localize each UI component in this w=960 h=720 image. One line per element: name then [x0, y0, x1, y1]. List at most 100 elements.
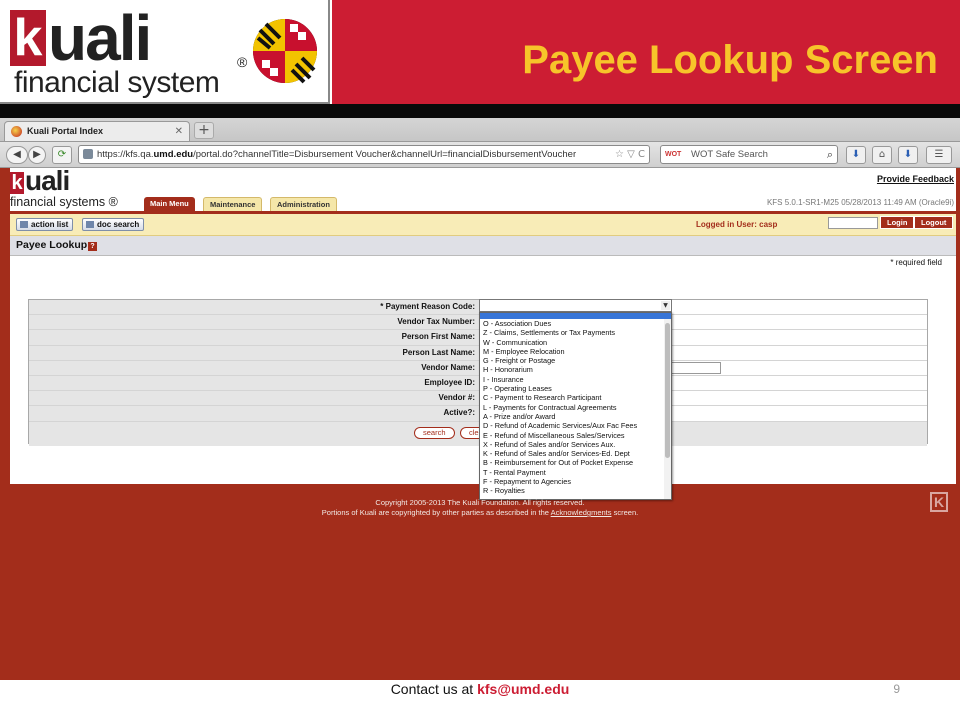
payment-reason-code-label: * Payment Reason Code:	[29, 300, 479, 315]
browser-tab-title: Kuali Portal Index	[27, 126, 104, 136]
form-button-row: search cle	[29, 421, 927, 446]
kfs-logo-wordmark: uali	[25, 165, 70, 196]
acknowledgments-link[interactable]: Acknowledgments	[551, 508, 612, 517]
url-prefix: https://kfs.qa.	[97, 149, 154, 160]
form-row: Vendor Name:	[29, 360, 927, 376]
form-row: Vendor #:	[29, 391, 927, 407]
dropdown-option[interactable]: M - Employee Relocation	[480, 347, 671, 356]
copyright-line-2-post: screen.	[613, 508, 639, 517]
menu-icon[interactable]: ☰	[926, 146, 952, 164]
dropdown-option[interactable]: G - Freight or Postage	[480, 356, 671, 365]
close-tab-icon[interactable]: ✕	[175, 122, 183, 141]
contact-prefix: Contact us at	[390, 681, 474, 697]
logo-registered-mark: ®	[237, 54, 248, 70]
download-icon[interactable]: ⬇	[846, 146, 866, 164]
page-number: 9	[893, 682, 900, 696]
browser-navbar: ◀ ▶ ⟳ https://kfs.qa.umd.edu/portal.do?c…	[0, 142, 960, 168]
contact-line: Contact us at kfs@umd.edu	[0, 680, 960, 698]
url-domain: umd.edu	[153, 149, 194, 160]
form-row: Vendor Tax Number:	[29, 315, 927, 331]
logout-button[interactable]: Logout	[914, 216, 954, 229]
vendor-tax-number-label: Vendor Tax Number:	[29, 315, 479, 330]
copyright-line-2-pre: Portions of Kuali are copyrighted by oth…	[321, 508, 549, 517]
browser-screenshot: Kuali Portal Index ✕ + ◀ ▶ ⟳ https://kfs…	[0, 104, 960, 680]
vendor-name-label: Vendor Name:	[29, 360, 479, 375]
dropdown-scrollbar[interactable]	[664, 319, 671, 499]
kfs-page: k uali financial systems ® Provide Feedb…	[10, 165, 956, 500]
form-row: Active?:	[29, 406, 927, 422]
login-button[interactable]: Login	[880, 216, 915, 229]
url-bar[interactable]: https://kfs.qa.umd.edu/portal.do?channel…	[78, 145, 650, 164]
dropdown-option[interactable]: W - Communication	[480, 338, 671, 347]
site-identity-icon	[83, 149, 93, 159]
dropdown-option[interactable]: D - Refund of Academic Services/Aux Fac …	[480, 421, 671, 430]
payment-reason-dropdown-list[interactable]: O - Association Dues Z - Claims, Settlem…	[479, 312, 672, 500]
dropdown-option[interactable]: O - Association Dues	[480, 319, 671, 328]
url-rest: /portal.do?channelTitle=Disbursement Vou…	[193, 149, 577, 160]
person-first-name-label: Person First Name:	[29, 330, 479, 345]
browser-tab[interactable]: Kuali Portal Index ✕	[4, 121, 190, 141]
dropdown-option[interactable]: F - Repayment to Agencies	[480, 477, 671, 486]
dropdown-option[interactable]: E - Refund of Miscellaneous Sales/Servic…	[480, 431, 671, 440]
doc-search-icon	[86, 221, 94, 228]
vendor-name-input[interactable]	[669, 361, 721, 374]
provide-feedback-link[interactable]: Provide Feedback	[877, 174, 954, 184]
home-reload-button[interactable]: ⟳	[52, 146, 72, 164]
maryland-flag-icon	[253, 19, 317, 84]
kfs-logo-subtitle: financial systems ®	[10, 195, 118, 209]
dropdown-option[interactable]: X - Refund of Sales and/or Services Aux.	[480, 440, 671, 449]
forward-button[interactable]: ▶	[28, 146, 46, 164]
dropdown-option[interactable]: L - Payments for Contractual Agreements	[480, 403, 671, 412]
page-title-bar: Payee Lookup ?	[10, 236, 956, 256]
person-last-name-label: Person Last Name:	[29, 345, 479, 360]
logo-wordmark: uali	[48, 2, 152, 74]
bookmark-star-icon[interactable]: ☆ ▽ C	[615, 146, 645, 163]
back-button[interactable]: ◀	[6, 146, 28, 164]
kfs-header: k uali financial systems ® Provide Feedb…	[10, 165, 956, 214]
window-top-edge	[0, 104, 960, 118]
tab-main-menu[interactable]: Main Menu	[144, 197, 195, 211]
new-tab-button[interactable]: +	[194, 122, 214, 139]
backdoor-login-input[interactable]	[828, 217, 878, 229]
payee-lookup-form: * Payment Reason Code: Vendor Tax Number…	[28, 299, 928, 446]
dropdown-option[interactable]: P - Operating Leases	[480, 384, 671, 393]
search-placeholder: WOT Safe Search	[691, 149, 768, 160]
search-icon[interactable]: ⌕	[827, 146, 833, 163]
active-label: Active?:	[29, 406, 479, 421]
chevron-down-icon[interactable]: ▼	[661, 301, 670, 310]
tab-maintenance[interactable]: Maintenance	[203, 197, 263, 211]
dropdown-option[interactable]: B - Reimbursement for Out of Pocket Expe…	[480, 458, 671, 467]
page-title: Payee Lookup	[16, 239, 88, 251]
dropdown-option[interactable]: H - Honorarium	[480, 365, 671, 374]
dropdown-option[interactable]: Z - Claims, Settlements or Tax Payments	[480, 328, 671, 337]
action-list-button[interactable]: action list	[16, 218, 74, 231]
vendor-number-label: Vendor #:	[29, 391, 479, 406]
dropdown-option[interactable]: R - Royalties	[480, 486, 671, 495]
slide-title: Payee Lookup Screen	[522, 38, 938, 82]
addon-icon[interactable]: ⬇	[898, 146, 918, 164]
slide-footer: Contact us at kfs@umd.edu 9	[0, 680, 960, 720]
logo-k-mark: k	[10, 10, 46, 66]
copyright-line-2: Portions of Kuali are copyrighted by oth…	[0, 508, 960, 518]
browser-tabstrip: Kuali Portal Index ✕ +	[0, 118, 960, 142]
dropdown-option[interactable]: A - Prize and/or Award	[480, 412, 671, 421]
scrollbar-thumb[interactable]	[665, 323, 670, 458]
kuali-corner-logo-icon: K	[930, 492, 948, 512]
action-list-icon	[20, 221, 28, 228]
contact-email[interactable]: kfs@umd.edu	[477, 681, 569, 697]
search-box[interactable]: WOT WOT Safe Search ⌕	[660, 145, 838, 164]
tab-administration[interactable]: Administration	[270, 197, 337, 211]
favicon-icon	[11, 126, 22, 137]
help-icon[interactable]: ?	[88, 242, 97, 251]
logged-in-user: Logged in User: casp	[696, 220, 778, 229]
required-field-note: * required field	[890, 258, 942, 267]
doc-search-label: doc search	[97, 220, 140, 229]
dropdown-option[interactable]: T - Rental Payment	[480, 468, 671, 477]
dropdown-option[interactable]: C - Payment to Research Participant	[480, 393, 671, 402]
doc-search-button[interactable]: doc search	[82, 218, 145, 231]
dropdown-option[interactable]: K - Refund of Sales and/or Services-Ed. …	[480, 449, 671, 458]
search-button[interactable]: search	[414, 426, 455, 439]
payment-reason-code-select[interactable]: ▼	[479, 299, 672, 312]
home-icon[interactable]: ⌂	[872, 146, 892, 164]
dropdown-option[interactable]: I - Insurance	[480, 375, 671, 384]
